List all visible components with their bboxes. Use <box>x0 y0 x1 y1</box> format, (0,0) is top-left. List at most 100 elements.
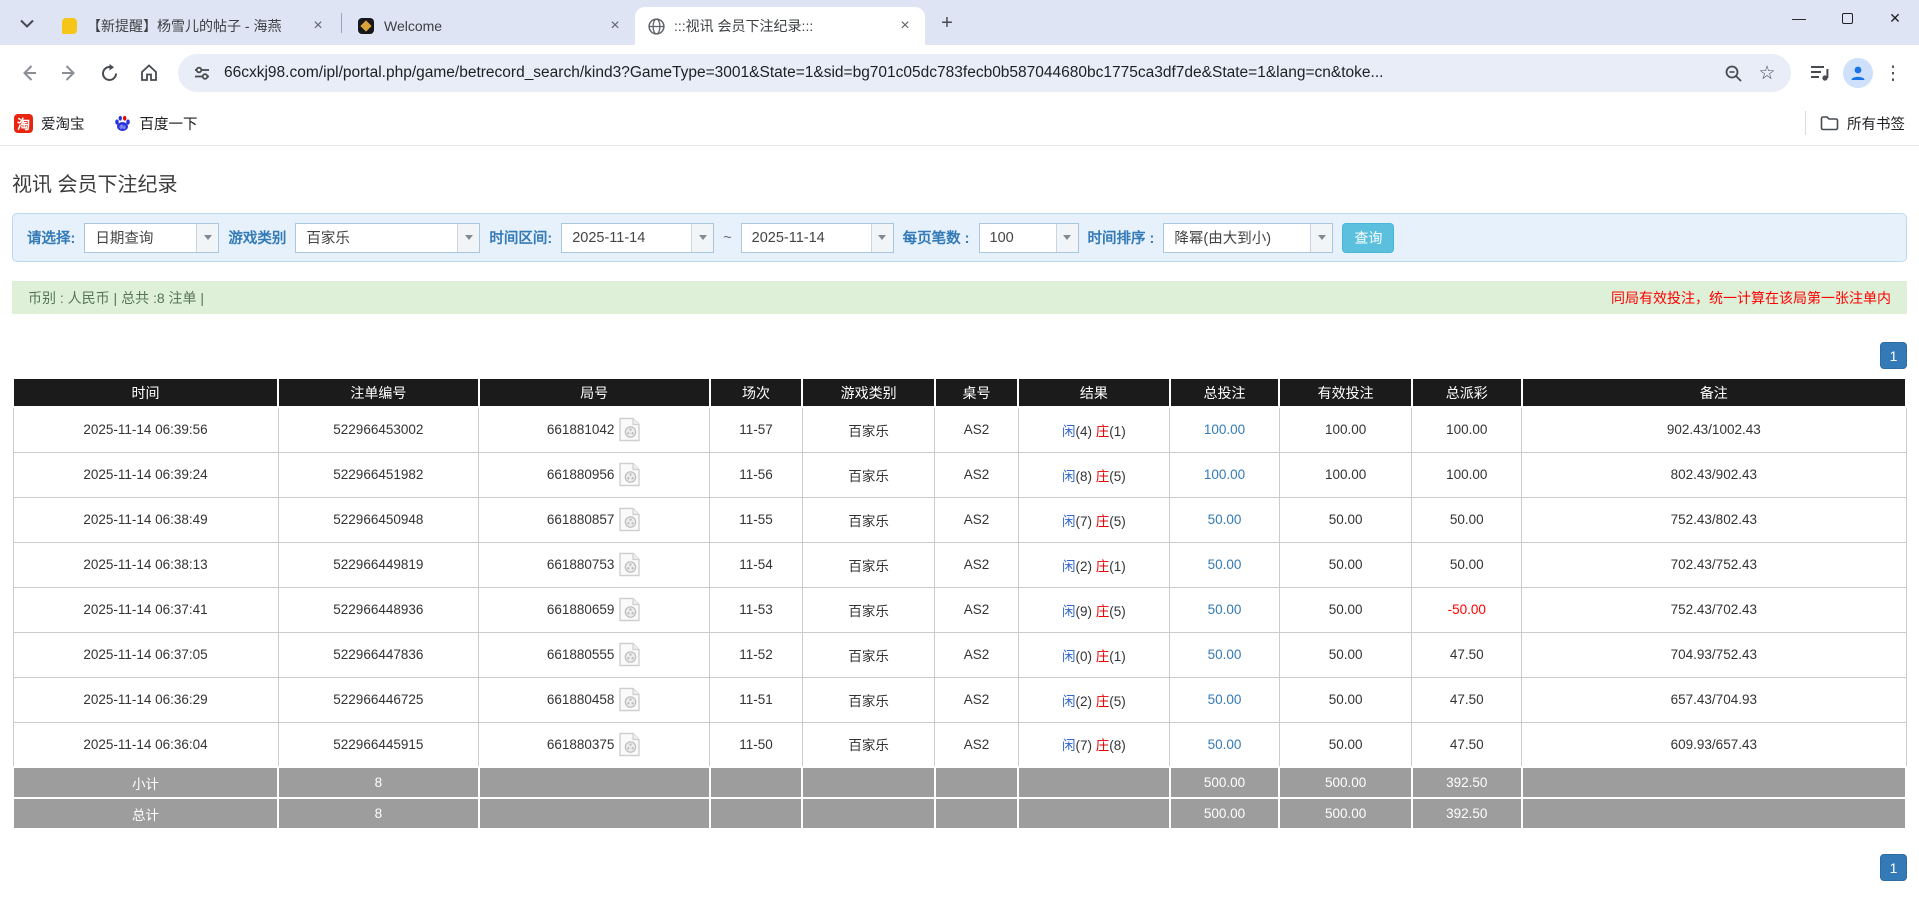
total-bet-link[interactable]: 50.00 <box>1208 512 1242 527</box>
bookmark-star-icon[interactable]: ☆ <box>1755 61 1779 85</box>
profile-avatar[interactable] <box>1843 58 1873 88</box>
browser-tab-welcome[interactable]: Welcome × <box>345 7 635 45</box>
banker-result: 庄 <box>1095 468 1110 484</box>
dropdown-arrow-icon[interactable] <box>1055 223 1078 252</box>
total-bet-link[interactable]: 100.00 <box>1204 422 1245 437</box>
cell-time: 2025-11-14 06:39:24 <box>12 451 279 498</box>
media-controls-button[interactable] <box>1803 56 1837 90</box>
dropdown-arrow-icon[interactable] <box>1310 223 1333 252</box>
page-1-button[interactable]: 1 <box>1880 854 1907 881</box>
cell-session: 11-51 <box>709 676 803 723</box>
game-type-select[interactable]: 百家乐 <box>295 222 481 253</box>
subtotal-label: 小计 <box>11 766 280 799</box>
cell-time: 2025-11-14 06:39:56 <box>12 406 279 453</box>
total-bet-link[interactable]: 50.00 <box>1208 692 1242 707</box>
tab-search-button[interactable] <box>10 6 44 40</box>
new-tab-button[interactable]: + <box>933 9 961 37</box>
cell-time: 2025-11-14 06:37:41 <box>12 586 279 633</box>
col-note: 备注 <box>1520 379 1908 408</box>
forward-arrow-icon <box>59 63 79 83</box>
close-window-button[interactable]: ✕ <box>1871 0 1919 36</box>
cell-payout: 50.00 <box>1411 541 1523 588</box>
cell-valid-bet: 50.00 <box>1278 586 1413 633</box>
cell-table-no: AS2 <box>934 541 1019 588</box>
forward-button[interactable] <box>52 56 86 90</box>
home-button[interactable] <box>132 56 166 90</box>
cell-payout: 47.50 <box>1411 721 1523 768</box>
site-settings-tune-icon[interactable] <box>190 61 214 85</box>
dropdown-arrow-icon[interactable] <box>870 223 893 252</box>
cell-note: 802.43/902.43 <box>1521 451 1907 498</box>
taobao-icon: 淘 <box>14 113 33 133</box>
col-time: 时间 <box>11 379 280 408</box>
video-replay-icon[interactable] <box>618 507 641 532</box>
cell-round-id: 661880956 <box>478 451 711 498</box>
cell-total-bet: 50.00 <box>1169 541 1280 588</box>
all-bookmarks-label: 所有书签 <box>1847 116 1905 133</box>
chevron-down-icon <box>20 19 34 28</box>
reload-button[interactable] <box>92 56 126 90</box>
page-1-button[interactable]: 1 <box>1880 342 1907 369</box>
total-bet-link[interactable]: 50.00 <box>1208 602 1242 617</box>
url-bar[interactable]: 66cxkj98.com/ipl/portal.php/game/betreco… <box>178 54 1791 92</box>
cell-result: 闲(0) 庄(1) <box>1017 631 1171 678</box>
cell-result: 闲(7) 庄(8) <box>1017 721 1171 768</box>
total-bet-link[interactable]: 50.00 <box>1208 557 1242 572</box>
date-from-select[interactable]: 2025-11-14 <box>561 222 715 253</box>
bookmark-label: 百度一下 <box>139 116 198 133</box>
video-replay-icon[interactable] <box>618 732 641 757</box>
player-result: 闲 <box>1061 513 1076 529</box>
sort-select[interactable]: 降幂(由大到小) <box>1163 222 1334 253</box>
cell-note: 902.43/1002.43 <box>1521 406 1907 453</box>
video-replay-icon[interactable] <box>618 687 641 712</box>
browser-tab-forum[interactable]: 【新提醒】杨雪儿的帖子 - 海燕 × <box>48 7 338 45</box>
table-row: 2025-11-14 06:38:49 522966450948 6618808… <box>12 496 1907 543</box>
reload-icon <box>100 63 119 83</box>
maximize-button[interactable] <box>1823 0 1871 36</box>
page-size-label: 每页笔数 : <box>902 231 970 247</box>
date-to-select[interactable]: 2025-11-14 <box>740 222 894 253</box>
cell-payout: 100.00 <box>1411 406 1523 453</box>
page-size-select[interactable]: 100 <box>978 222 1079 253</box>
total-valid-bet: 500.00 <box>1278 797 1413 830</box>
svg-text:du: du <box>119 124 125 130</box>
cell-time: 2025-11-14 06:36:29 <box>12 676 279 723</box>
video-replay-icon[interactable] <box>618 462 641 487</box>
video-replay-icon[interactable] <box>618 417 641 442</box>
filter-bar: 请选择: 日期查询 游戏类别 百家乐 时间区间: 2025-11-14 ~ 20… <box>12 213 1907 262</box>
total-bet-link[interactable]: 100.00 <box>1204 467 1245 482</box>
dropdown-arrow-icon[interactable] <box>691 223 714 252</box>
tab-close-icon[interactable]: × <box>605 16 625 36</box>
all-bookmarks-button[interactable]: 所有书签 <box>1805 111 1905 135</box>
dropdown-arrow-icon[interactable] <box>196 223 219 252</box>
query-mode-select[interactable]: 日期查询 <box>84 222 220 253</box>
cell-total-bet: 50.00 <box>1169 631 1280 678</box>
minimize-button[interactable]: — <box>1775 0 1823 36</box>
tab-title: 【新提醒】杨雪儿的帖子 - 海燕 <box>87 18 282 34</box>
cell-valid-bet: 50.00 <box>1278 541 1413 588</box>
search-button[interactable]: 查询 <box>1342 222 1395 253</box>
url-text[interactable]: 66cxkj98.com/ipl/portal.php/game/betreco… <box>224 64 1711 82</box>
browser-menu-button[interactable]: ⋮ <box>1879 62 1907 85</box>
cell-session: 11-53 <box>709 586 803 633</box>
video-replay-icon[interactable] <box>618 597 641 622</box>
back-button[interactable] <box>12 56 46 90</box>
tab-close-icon[interactable]: × <box>308 16 328 36</box>
tab-close-icon[interactable]: × <box>895 16 915 36</box>
dropdown-arrow-icon[interactable] <box>457 223 480 252</box>
total-bet-link[interactable]: 50.00 <box>1208 647 1242 662</box>
page-content: 视讯 会员下注纪录 请选择: 日期查询 游戏类别 百家乐 时间区间: 2025-… <box>0 168 1919 881</box>
bookmark-baidu[interactable]: du 百度一下 <box>113 113 198 134</box>
player-result: 闲 <box>1061 648 1076 664</box>
zoom-page-icon[interactable] <box>1721 61 1745 85</box>
total-bet-link[interactable]: 50.00 <box>1208 737 1242 752</box>
cell-session: 11-50 <box>709 721 803 768</box>
cell-time: 2025-11-14 06:37:05 <box>12 631 279 678</box>
browser-tab-betrecord-active[interactable]: :::视讯 会员下注纪录::: × <box>635 7 925 45</box>
col-result: 结果 <box>1017 379 1171 408</box>
bookmark-aitaobao[interactable]: 淘 爱淘宝 <box>14 113 85 134</box>
video-replay-icon[interactable] <box>618 642 641 667</box>
cell-time: 2025-11-14 06:38:49 <box>12 496 279 543</box>
cell-game-type: 百家乐 <box>801 451 936 498</box>
video-replay-icon[interactable] <box>618 552 641 577</box>
